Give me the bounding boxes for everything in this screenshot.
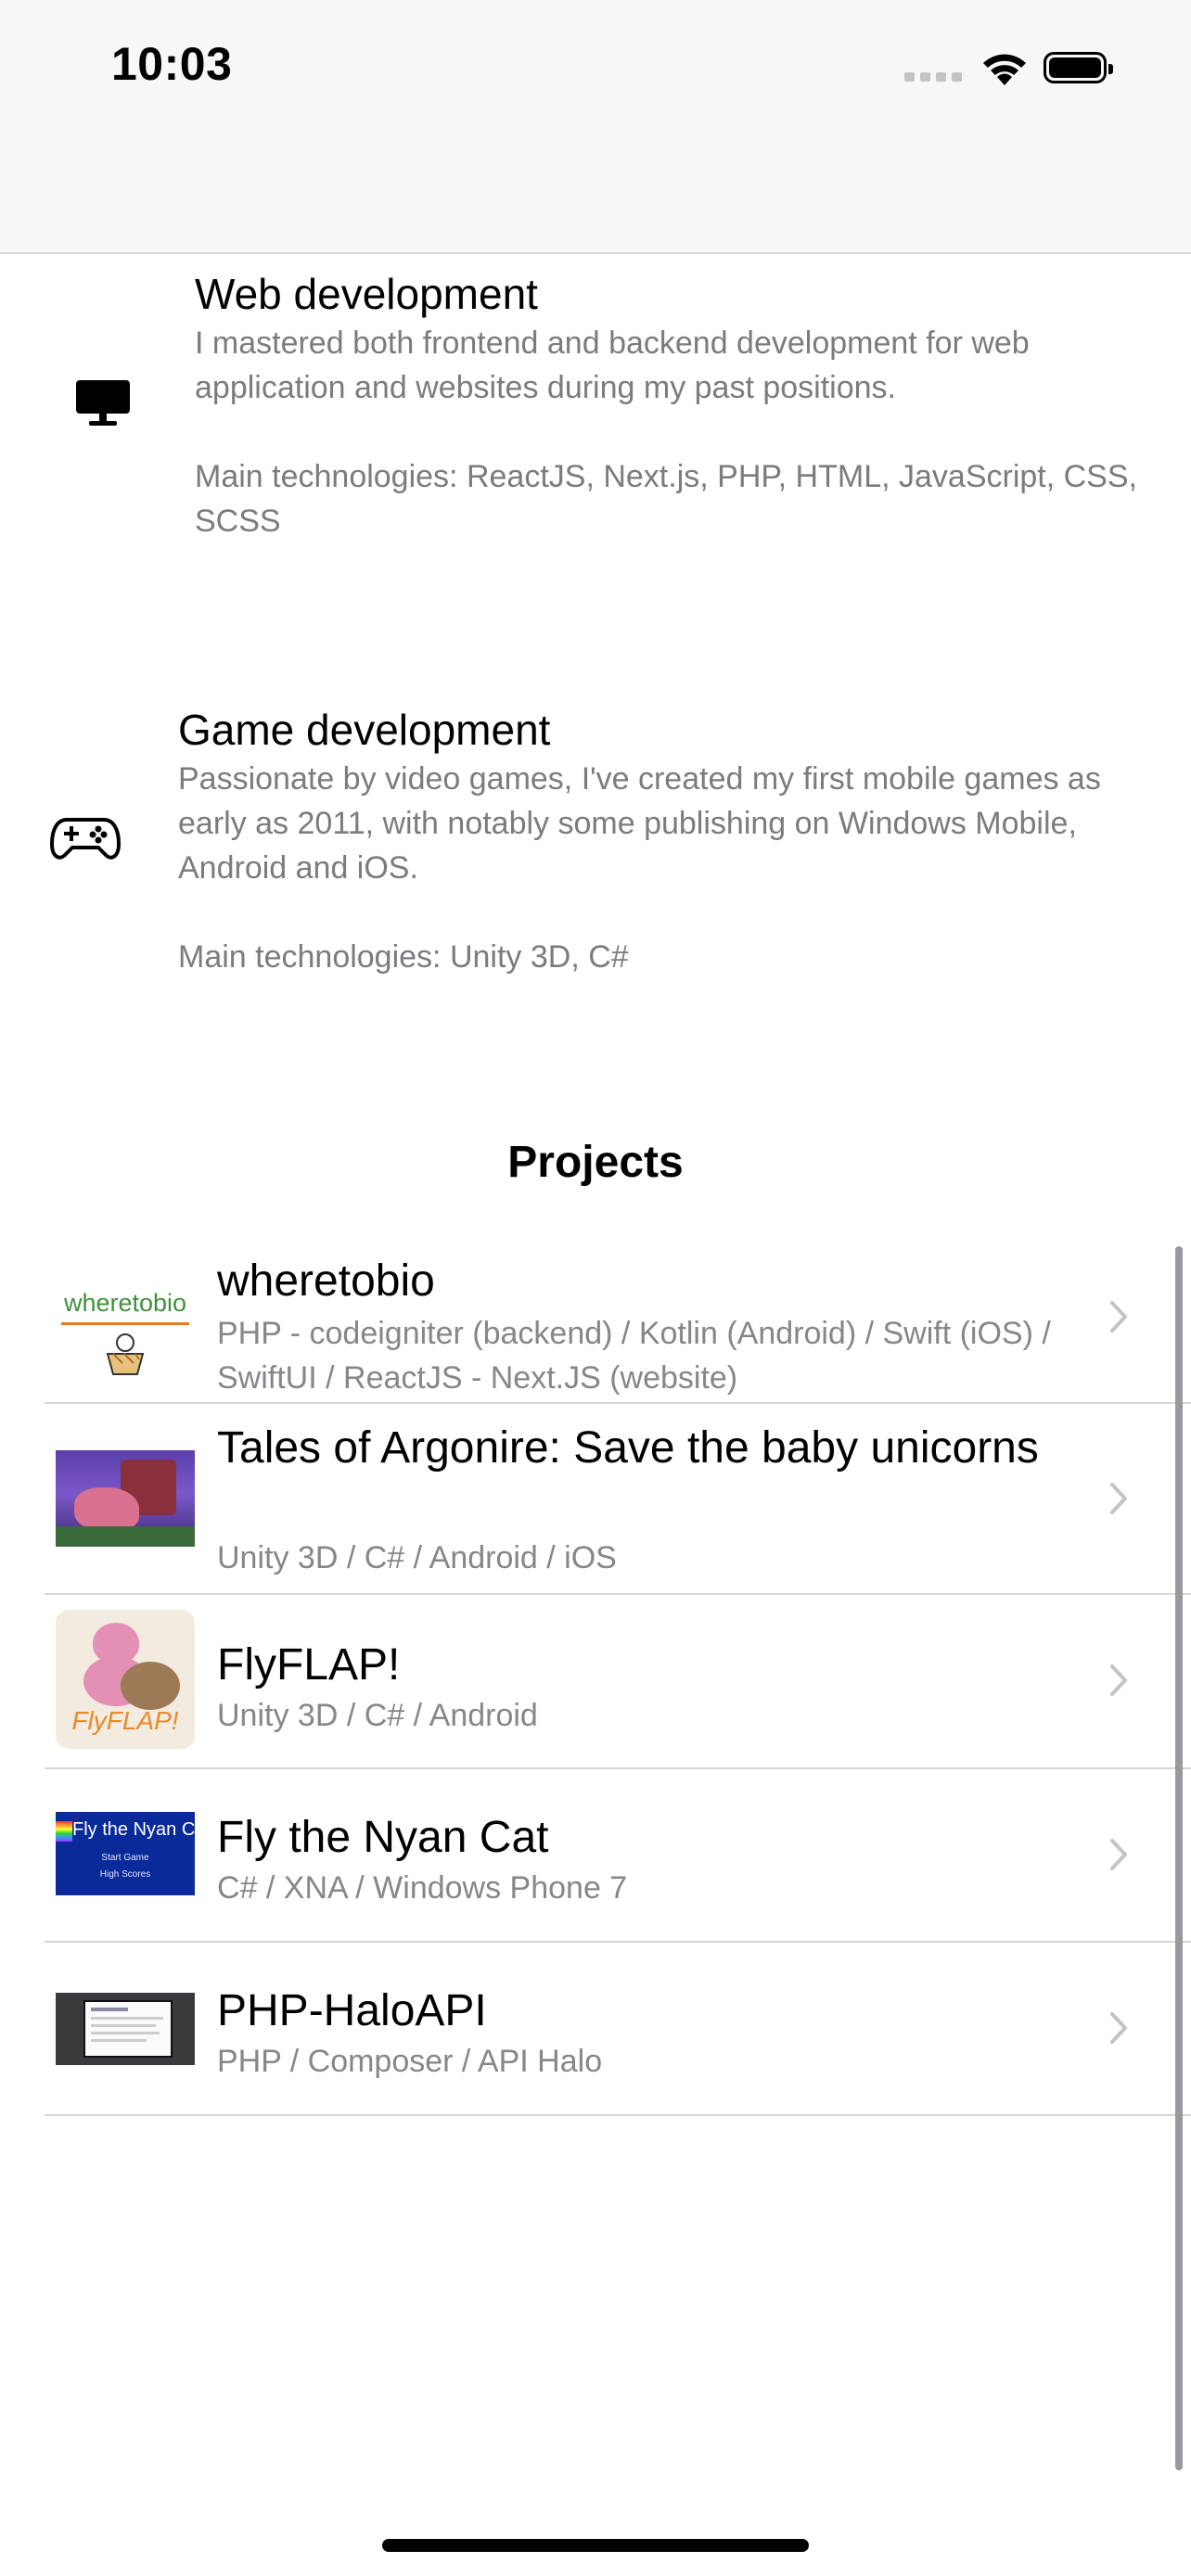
project-subtitle: Unity 3D / C# / Android [217,1698,538,1733]
project-subtitle: PHP / Composer / API Halo [217,2044,603,2079]
basket-icon [106,1333,145,1375]
skill-technologies: Main technologies: Unity 3D, C# [178,939,629,975]
project-row-flyflap[interactable]: FlyFLAP! FlyFLAP! Unity 3D / C# / Androi… [45,1595,1191,1769]
nyan-logo: Fly the Nyan Cat [72,1819,195,1840]
project-title: Tales of Argonire: Save the baby unicorn… [217,1423,1039,1473]
project-thumbnail: wheretobio [56,1252,195,1382]
gamepad-icon [50,818,121,860]
project-thumbnail [56,1993,195,2065]
projects-section-title: Projects [507,1138,684,1187]
thumbnail-menu-start: Start Game [101,1853,149,1863]
skill-technologies: Main technologies: ReactJS, Next.js, PHP… [195,459,1137,539]
chevron-right-icon [1110,1483,1127,1514]
chevron-right-icon [1110,1664,1127,1696]
project-subtitle: PHP - codeigniter (backend) / Kotlin (An… [217,1316,1051,1396]
project-subtitle: Unity 3D / C# / Android / iOS [217,1540,617,1575]
chevron-right-icon [1110,1839,1127,1870]
project-title: PHP-HaloAPI [217,1986,487,2035]
chevron-right-icon [1110,2012,1127,2044]
project-title: Fly the Nyan Cat [217,1813,549,1862]
skill-description-text: Passionate by video games, I've created … [178,761,1101,886]
navigation-bar: 10:03 [0,0,1191,254]
skill-title: Web development [195,270,538,318]
flyflap-logo: FlyFLAP! [71,1706,179,1735]
skill-title: Game development [178,706,551,754]
battery-icon [1044,52,1113,83]
vertical-scrollbar[interactable] [1175,1246,1183,2470]
project-row-tales-of-argonire[interactable]: Tales of Argonire: Save the baby unicorn… [45,1404,1191,1595]
project-thumbnail [56,1450,195,1547]
cellular-signal-icon [904,70,962,82]
project-row-wheretobio[interactable]: wheretobio wheretobio PHP - codeigniter … [45,1233,1191,1404]
skill-description: Passionate by video games, I've created … [178,757,1171,979]
project-title: wheretobio [217,1256,435,1306]
chevron-right-icon [1110,1301,1127,1333]
project-title: FlyFLAP! [217,1640,401,1690]
status-time: 10:03 [111,38,233,90]
desktop-icon [76,380,130,426]
project-row-fly-the-nyan-cat[interactable]: Fly the Nyan Cat Start Game High Scores … [45,1769,1191,1943]
wheretobio-logo: wheretobio [63,1289,187,1317]
project-thumbnail: FlyFLAP! [56,1610,195,1749]
wifi-icon [983,54,1026,85]
skill-description: I mastered both frontend and backend dev… [195,321,1159,543]
home-indicator[interactable] [382,2539,809,2552]
project-subtitle: C# / XNA / Windows Phone 7 [217,1870,628,1906]
project-list: wheretobio wheretobio PHP - codeigniter … [45,1233,1191,2116]
project-thumbnail: Fly the Nyan Cat Start Game High Scores [56,1812,195,1895]
thumbnail-menu-scores: High Scores [99,1869,151,1880]
project-row-php-haloapi[interactable]: PHP-HaloAPI PHP / Composer / API Halo [45,1943,1191,2116]
skill-description-text: I mastered both frontend and backend dev… [195,325,1030,405]
